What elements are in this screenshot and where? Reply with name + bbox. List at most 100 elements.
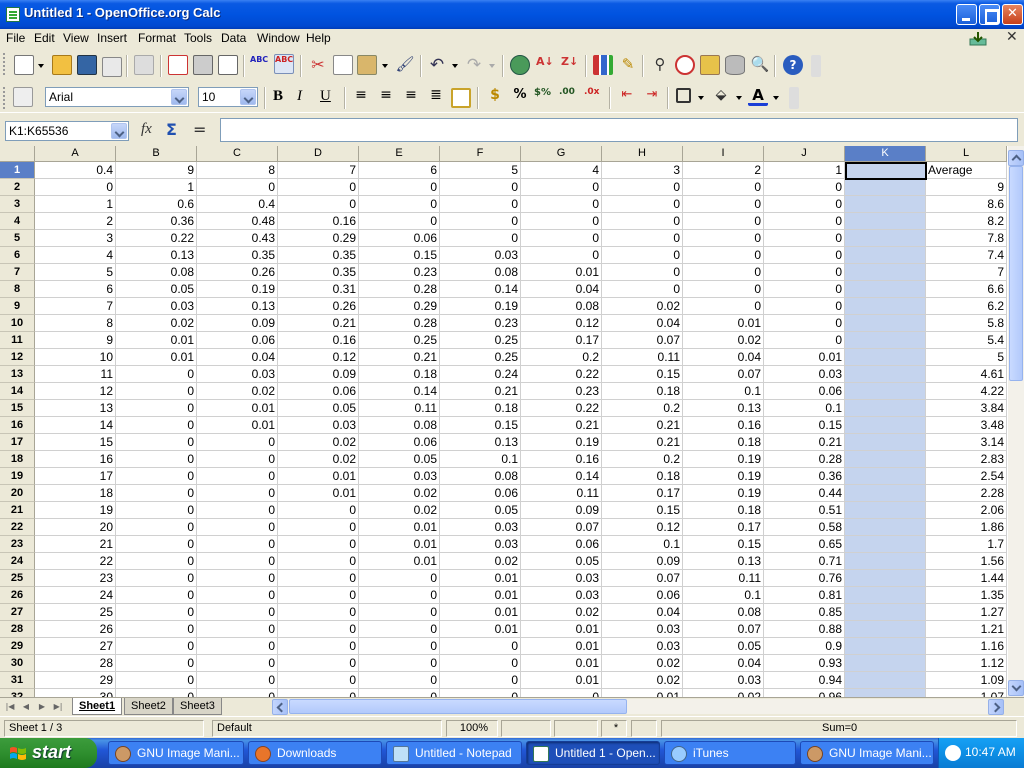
cell-j10[interactable]: 0 xyxy=(764,315,845,332)
cell-g8[interactable]: 0.04 xyxy=(521,281,602,298)
cell-h17[interactable]: 0.21 xyxy=(602,434,683,451)
cell-i31[interactable]: 0.03 xyxy=(683,672,764,689)
cell-f5[interactable]: 0 xyxy=(440,230,521,247)
cell-g22[interactable]: 0.07 xyxy=(521,519,602,536)
cell-k9[interactable] xyxy=(845,298,926,315)
row-header[interactable]: 4 xyxy=(0,213,35,230)
cell-b2[interactable]: 1 xyxy=(116,179,197,196)
cell-g9[interactable]: 0.08 xyxy=(521,298,602,315)
cell-i3[interactable]: 0 xyxy=(683,196,764,213)
cell-i5[interactable]: 0 xyxy=(683,230,764,247)
row-header[interactable]: 9 xyxy=(0,298,35,315)
cell-c15[interactable]: 0.01 xyxy=(197,400,278,417)
cell-j8[interactable]: 0 xyxy=(764,281,845,298)
cell-d5[interactable]: 0.29 xyxy=(278,230,359,247)
horizontal-scrollbar[interactable] xyxy=(272,699,1004,715)
cell-g32[interactable]: 0 xyxy=(521,689,602,697)
row-header[interactable]: 31 xyxy=(0,672,35,689)
function-wizard-icon[interactable]: fx xyxy=(141,121,152,138)
cell-b11[interactable]: 0.01 xyxy=(116,332,197,349)
cell-b24[interactable]: 0 xyxy=(116,553,197,570)
cell-g2[interactable]: 0 xyxy=(521,179,602,196)
column-header-j[interactable]: J xyxy=(764,146,845,162)
cell-i6[interactable]: 0 xyxy=(683,247,764,264)
export-pdf-icon[interactable] xyxy=(168,55,188,75)
cell-g7[interactable]: 0.01 xyxy=(521,264,602,281)
cell-f13[interactable]: 0.24 xyxy=(440,366,521,383)
cell-j19[interactable]: 0.36 xyxy=(764,468,845,485)
cell-a9[interactable]: 7 xyxy=(35,298,116,315)
cell-h6[interactable]: 0 xyxy=(602,247,683,264)
cell-f10[interactable]: 0.23 xyxy=(440,315,521,332)
menu-window[interactable]: Window xyxy=(257,31,300,45)
cell-g17[interactable]: 0.19 xyxy=(521,434,602,451)
cell-g19[interactable]: 0.14 xyxy=(521,468,602,485)
cell-g13[interactable]: 0.22 xyxy=(521,366,602,383)
cell-a14[interactable]: 12 xyxy=(35,383,116,400)
justify-icon[interactable]: ≣ xyxy=(426,87,446,107)
cell-b31[interactable]: 0 xyxy=(116,672,197,689)
cell-h18[interactable]: 0.2 xyxy=(602,451,683,468)
gallery-icon[interactable] xyxy=(700,55,720,75)
cell-h21[interactable]: 0.15 xyxy=(602,502,683,519)
open-folder-icon[interactable] xyxy=(52,55,72,75)
cell-k32[interactable] xyxy=(845,689,926,697)
cell-d15[interactable]: 0.05 xyxy=(278,400,359,417)
cell-f22[interactable]: 0.03 xyxy=(440,519,521,536)
cell-f20[interactable]: 0.06 xyxy=(440,485,521,502)
cell-b4[interactable]: 0.36 xyxy=(116,213,197,230)
cell-a15[interactable]: 13 xyxy=(35,400,116,417)
cell-h30[interactable]: 0.02 xyxy=(602,655,683,672)
vertical-scroll-thumb[interactable] xyxy=(1009,166,1023,381)
cell-e3[interactable]: 0 xyxy=(359,196,440,213)
paste-icon[interactable] xyxy=(357,55,377,75)
cell-l8[interactable]: 6.6 xyxy=(926,281,1007,298)
cell-b6[interactable]: 0.13 xyxy=(116,247,197,264)
cell-g10[interactable]: 0.12 xyxy=(521,315,602,332)
font-color-icon[interactable]: A xyxy=(748,86,768,106)
cell-k29[interactable] xyxy=(845,638,926,655)
cell-a12[interactable]: 10 xyxy=(35,349,116,366)
cell-l10[interactable]: 5.8 xyxy=(926,315,1007,332)
cell-b20[interactable]: 0 xyxy=(116,485,197,502)
cell-i29[interactable]: 0.05 xyxy=(683,638,764,655)
formula-input[interactable] xyxy=(220,118,1018,142)
cell-k10[interactable] xyxy=(845,315,926,332)
cell-l12[interactable]: 5 xyxy=(926,349,1007,366)
cell-e8[interactable]: 0.28 xyxy=(359,281,440,298)
cell-d10[interactable]: 0.21 xyxy=(278,315,359,332)
cell-c9[interactable]: 0.13 xyxy=(197,298,278,315)
cell-g15[interactable]: 0.22 xyxy=(521,400,602,417)
row-header[interactable]: 17 xyxy=(0,434,35,451)
cell-e19[interactable]: 0.03 xyxy=(359,468,440,485)
cell-c8[interactable]: 0.19 xyxy=(197,281,278,298)
cell-a20[interactable]: 18 xyxy=(35,485,116,502)
cell-a29[interactable]: 27 xyxy=(35,638,116,655)
cell-i15[interactable]: 0.13 xyxy=(683,400,764,417)
cell-i23[interactable]: 0.15 xyxy=(683,536,764,553)
cell-a8[interactable]: 6 xyxy=(35,281,116,298)
taskbar-task-notepad[interactable]: Untitled - Notepad xyxy=(386,741,522,765)
row-header[interactable]: 12 xyxy=(0,349,35,366)
percent-format-icon[interactable]: % xyxy=(510,87,530,107)
cell-k30[interactable] xyxy=(845,655,926,672)
hyperlink-icon[interactable] xyxy=(510,55,530,75)
cell-b28[interactable]: 0 xyxy=(116,621,197,638)
cell-a24[interactable]: 22 xyxy=(35,553,116,570)
cell-d25[interactable]: 0 xyxy=(278,570,359,587)
cell-a3[interactable]: 1 xyxy=(35,196,116,213)
column-header-b[interactable]: B xyxy=(116,146,197,162)
menu-help[interactable]: Help xyxy=(306,31,331,45)
tab-sheet2[interactable]: Sheet2 xyxy=(124,698,173,715)
cell-j7[interactable]: 0 xyxy=(764,264,845,281)
cell-f30[interactable]: 0 xyxy=(440,655,521,672)
cell-d14[interactable]: 0.06 xyxy=(278,383,359,400)
cell-k6[interactable] xyxy=(845,247,926,264)
cell-d3[interactable]: 0 xyxy=(278,196,359,213)
cell-b5[interactable]: 0.22 xyxy=(116,230,197,247)
cell-k14[interactable] xyxy=(845,383,926,400)
cell-l7[interactable]: 7 xyxy=(926,264,1007,281)
cell-g12[interactable]: 0.2 xyxy=(521,349,602,366)
draw-functions-icon[interactable]: ✎ xyxy=(618,55,638,75)
chart-icon[interactable] xyxy=(593,55,613,75)
